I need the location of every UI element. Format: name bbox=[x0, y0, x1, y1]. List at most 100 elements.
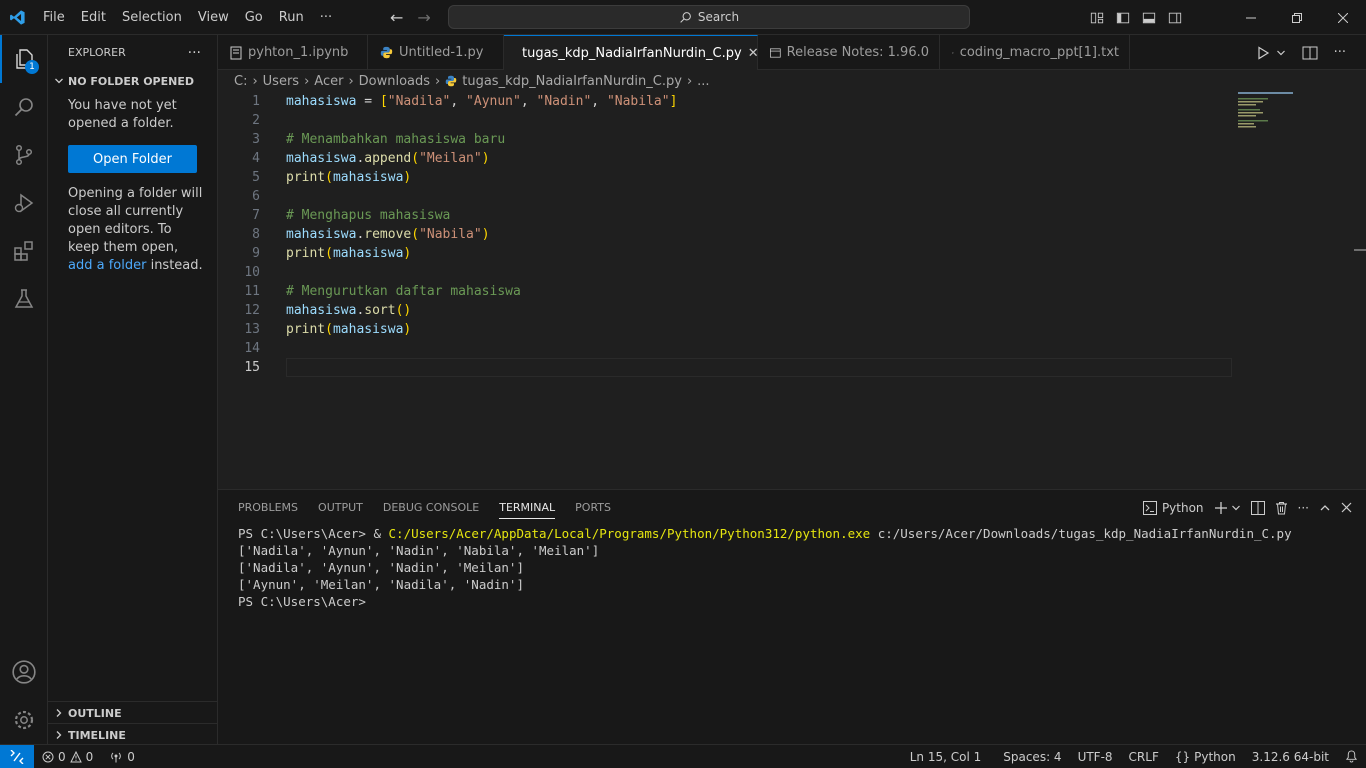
breadcrumb-acer[interactable]: Acer bbox=[314, 74, 343, 89]
terminal-command-line: PS C:\Users\Acer> & C:/Users/Acer/AppDat… bbox=[238, 525, 1366, 542]
activity-search[interactable] bbox=[0, 83, 48, 131]
code-line-11[interactable]: # Mengurutkan daftar mahasiswa bbox=[286, 282, 521, 301]
tab-coding-macro-txt[interactable]: coding_macro_ppt[1].txt bbox=[940, 35, 1130, 70]
chevron-up-icon[interactable] bbox=[1319, 502, 1331, 514]
problems-status[interactable]: 0 0 bbox=[34, 745, 101, 768]
menu-view[interactable]: View bbox=[190, 0, 237, 35]
tab-debug-console[interactable]: DEBUG CONSOLE bbox=[373, 490, 489, 525]
code-line-8[interactable]: mahasiswa.remove("Nabila") bbox=[286, 225, 490, 244]
chevron-down-icon[interactable] bbox=[1276, 48, 1286, 58]
line-number-current: 15 bbox=[244, 360, 260, 375]
split-editor-icon[interactable] bbox=[1302, 46, 1318, 60]
tab-label: pyhton_1.ipynb bbox=[248, 45, 349, 60]
menu-more[interactable]: ··· bbox=[312, 0, 340, 35]
activity-extensions[interactable] bbox=[0, 227, 48, 275]
menu-selection[interactable]: Selection bbox=[114, 0, 190, 35]
menu-go[interactable]: Go bbox=[237, 0, 271, 35]
explorer-more-actions[interactable]: ··· bbox=[188, 45, 201, 61]
code-line-5[interactable]: print(mahasiswa) bbox=[286, 168, 411, 187]
breadcrumb-separator-icon: › bbox=[348, 73, 354, 89]
token-string: "Meilan" bbox=[419, 151, 482, 166]
code-line-13[interactable]: print(mahasiswa) bbox=[286, 320, 411, 339]
activity-source-control[interactable] bbox=[0, 131, 48, 179]
activity-manage[interactable] bbox=[0, 696, 48, 744]
tab-untitled-py[interactable]: Untitled-1.py bbox=[368, 35, 504, 70]
activity-run-debug[interactable] bbox=[0, 179, 48, 227]
add-folder-link[interactable]: add a folder bbox=[68, 258, 146, 273]
split-terminal-icon[interactable] bbox=[1250, 500, 1265, 515]
tab-output[interactable]: OUTPUT bbox=[308, 490, 373, 525]
breadcrumb-downloads[interactable]: Downloads bbox=[359, 74, 430, 89]
indentation[interactable]: Spaces: 4 bbox=[995, 745, 1069, 768]
new-terminal-button[interactable] bbox=[1214, 501, 1241, 515]
minimize-button[interactable] bbox=[1228, 0, 1274, 35]
python-file-icon bbox=[380, 46, 393, 59]
code-editor[interactable]: 1 mahasiswa = ["Nadila", "Aynun", "Nadin… bbox=[218, 92, 1366, 489]
token-bracket: ] bbox=[669, 94, 678, 109]
customize-layout-icon[interactable] bbox=[1084, 0, 1110, 35]
code-line-12[interactable]: mahasiswa.sort() bbox=[286, 301, 411, 320]
menu-file[interactable]: File bbox=[35, 0, 73, 35]
forward-arrow-icon[interactable]: → bbox=[417, 8, 430, 27]
toggle-secondary-sidebar-icon[interactable] bbox=[1162, 0, 1188, 35]
code-line-4[interactable]: mahasiswa.append("Meilan") bbox=[286, 149, 490, 168]
token-var: mahasiswa bbox=[332, 170, 404, 185]
no-folder-section-header[interactable]: NO FOLDER OPENED bbox=[48, 70, 217, 92]
no-folder-section-label: NO FOLDER OPENED bbox=[68, 74, 194, 88]
python-interpreter[interactable]: 3.12.6 64-bit bbox=[1244, 745, 1337, 768]
tab-ports[interactable]: PORTS bbox=[565, 490, 621, 525]
more-actions-icon[interactable]: ··· bbox=[1334, 45, 1346, 60]
terminal-output-line: ['Nadila', 'Aynun', 'Nadin', 'Nabila', '… bbox=[238, 543, 600, 558]
panel-more-icon[interactable]: ··· bbox=[1298, 501, 1309, 515]
tab-tugas-kdp-py[interactable]: tugas_kdp_NadiaIrfanNurdin_C.py ✕ bbox=[504, 35, 759, 70]
toggle-primary-sidebar-icon[interactable] bbox=[1110, 0, 1136, 35]
activity-bar: 1 bbox=[0, 35, 48, 744]
toggle-panel-icon[interactable] bbox=[1136, 0, 1162, 35]
remote-indicator[interactable] bbox=[0, 745, 34, 768]
tab-terminal[interactable]: TERMINAL bbox=[489, 490, 565, 525]
code-line-3[interactable]: # Menambahkan mahasiswa baru bbox=[286, 130, 505, 149]
token-function: sort bbox=[364, 303, 396, 318]
menu-edit[interactable]: Edit bbox=[73, 0, 114, 35]
outline-section[interactable]: OUTLINE bbox=[48, 701, 217, 724]
menu-run[interactable]: Run bbox=[271, 0, 312, 35]
timeline-section[interactable]: TIMELINE bbox=[48, 723, 217, 746]
breadcrumb-users[interactable]: Users bbox=[263, 74, 299, 89]
line-number: 7 bbox=[252, 208, 260, 223]
activity-explorer[interactable]: 1 bbox=[0, 35, 48, 83]
minimap[interactable] bbox=[1238, 92, 1318, 132]
breadcrumb-drive[interactable]: C: bbox=[234, 74, 247, 89]
code-line-7[interactable]: # Menghapus mahasiswa bbox=[286, 206, 450, 225]
trash-icon[interactable] bbox=[1275, 501, 1288, 515]
close-window-button[interactable] bbox=[1320, 0, 1366, 35]
cursor-position[interactable]: Ln 15, Col 1 bbox=[902, 745, 996, 768]
close-icon[interactable] bbox=[1341, 502, 1352, 513]
activity-testing[interactable] bbox=[0, 275, 48, 323]
token-function: remove bbox=[364, 227, 412, 242]
end-of-line[interactable]: CRLF bbox=[1121, 745, 1167, 768]
activity-accounts[interactable] bbox=[0, 648, 48, 696]
run-file-icon[interactable] bbox=[1256, 45, 1270, 60]
tab-pyhton-ipynb[interactable]: pyhton_1.ipynb bbox=[218, 35, 368, 70]
token-var: mahasiswa bbox=[286, 94, 357, 109]
command-center-search[interactable]: Search bbox=[448, 5, 970, 29]
back-arrow-icon[interactable]: ← bbox=[390, 8, 403, 27]
breadcrumb-file[interactable]: tugas_kdp_NadiaIrfanNurdin_C.py bbox=[462, 74, 682, 89]
breadcrumb: C: › Users › Acer › Downloads › tugas_kdp_Na… bbox=[218, 70, 1366, 92]
terminal-output-line: ['Aynun', 'Meilan', 'Nadila', 'Nadin'] bbox=[238, 577, 524, 592]
breadcrumb-symbols[interactable]: ... bbox=[697, 74, 709, 89]
terminal-output[interactable]: PS C:\Users\Acer> & C:/Users/Acer/AppDat… bbox=[218, 525, 1366, 610]
ports-status[interactable]: 0 bbox=[101, 745, 143, 768]
open-folder-button[interactable]: Open Folder bbox=[68, 145, 197, 173]
breadcrumb-separator-icon: › bbox=[304, 73, 310, 89]
terminal-shell-selector[interactable]: Python bbox=[1142, 500, 1204, 515]
language-mode[interactable]: {} Python bbox=[1167, 745, 1244, 768]
notifications-bell-icon[interactable] bbox=[1337, 745, 1366, 768]
code-line-1[interactable]: mahasiswa = ["Nadila", "Aynun", "Nadin",… bbox=[286, 92, 677, 111]
code-line-9[interactable]: print(mahasiswa) bbox=[286, 244, 411, 263]
close-tab-icon[interactable]: ✕ bbox=[748, 46, 759, 61]
encoding[interactable]: UTF-8 bbox=[1070, 745, 1121, 768]
restore-button[interactable] bbox=[1274, 0, 1320, 35]
tab-release-notes[interactable]: Release Notes: 1.96.0 bbox=[758, 35, 940, 70]
tab-problems[interactable]: PROBLEMS bbox=[228, 490, 308, 525]
